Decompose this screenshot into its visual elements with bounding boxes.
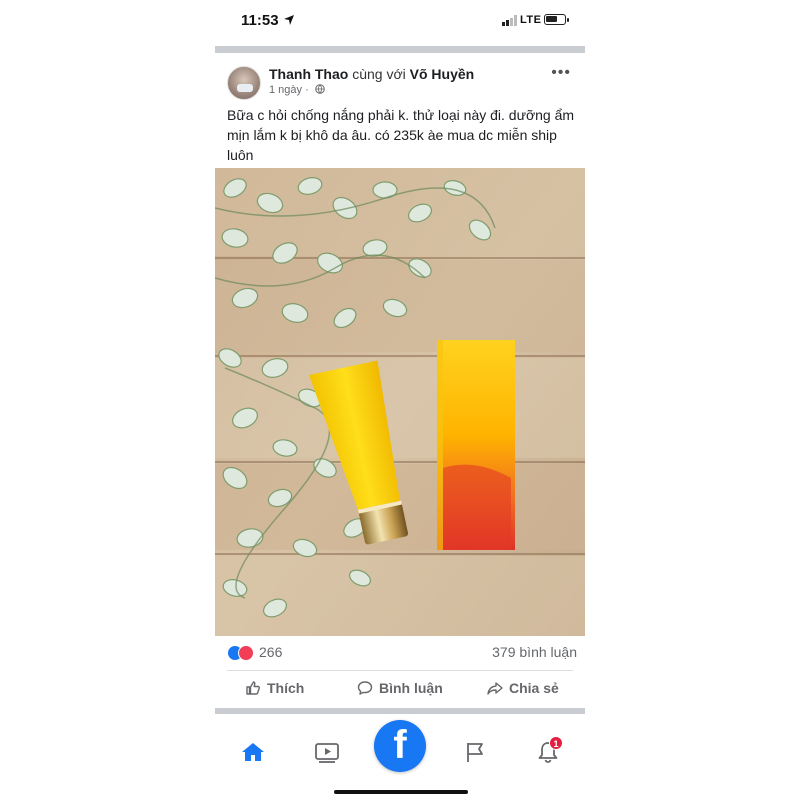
feed-divider-bottom — [215, 708, 585, 714]
home-icon[interactable] — [240, 740, 266, 764]
more-options-button[interactable]: ••• — [551, 64, 571, 82]
reactions-bar[interactable]: 266 379 bình luận — [227, 643, 577, 663]
like-button[interactable]: Thích — [245, 680, 304, 696]
phone-screen: 11:53 LTE Thanh Thao cùng với Võ Huyền 1… — [215, 0, 585, 800]
flag-icon[interactable] — [462, 740, 488, 764]
product-photo-image — [215, 168, 585, 636]
thumbs-up-icon — [246, 681, 260, 695]
signal-bars-icon — [502, 15, 517, 26]
post-photo[interactable] — [215, 168, 585, 636]
network-type: LTE — [520, 14, 542, 26]
avatar[interactable] — [227, 66, 261, 100]
comment-button[interactable]: Bình luận — [357, 680, 443, 696]
share-button[interactable]: Chia sẻ — [487, 680, 559, 696]
love-icon — [238, 645, 254, 661]
tagged-name[interactable]: Võ Huyền — [410, 66, 475, 82]
post-header: Thanh Thao cùng với Võ Huyền 1 ngày · ••… — [227, 64, 577, 104]
author-name[interactable]: Thanh Thao — [269, 66, 348, 82]
post-time[interactable]: 1 ngày — [269, 84, 302, 96]
post-author-line: Thanh Thao cùng với Võ Huyền — [269, 66, 474, 82]
notification-badge: 1 — [549, 736, 563, 750]
comment-count[interactable]: 379 bình luận — [492, 644, 577, 660]
post-text: Bữa c hỏi chống nắng phải k. thử loại nà… — [227, 107, 575, 163]
video-icon[interactable] — [314, 740, 340, 764]
reaction-count[interactable]: 266 — [259, 644, 282, 660]
home-indicator[interactable] — [334, 790, 468, 794]
battery-icon — [544, 14, 569, 25]
share-label: Chia sẻ — [509, 680, 559, 696]
facebook-logo-button[interactable]: f — [374, 720, 426, 772]
feed-divider — [215, 46, 585, 53]
status-bar: 11:53 LTE — [215, 8, 585, 34]
like-label: Thích — [267, 680, 305, 696]
post-meta: 1 ngày · — [269, 84, 325, 96]
with-text: cùng với — [352, 66, 406, 82]
post-actions: Thích Bình luận Chia sẻ — [215, 672, 585, 708]
status-time: 11:53 — [241, 12, 279, 29]
facebook-f-icon: f — [393, 723, 407, 767]
location-arrow-icon — [284, 15, 294, 25]
share-arrow-icon — [487, 682, 503, 695]
globe-icon — [315, 84, 325, 94]
reactions-divider — [227, 670, 573, 671]
comment-bubble-icon — [357, 681, 373, 695]
comment-label: Bình luận — [379, 680, 443, 696]
